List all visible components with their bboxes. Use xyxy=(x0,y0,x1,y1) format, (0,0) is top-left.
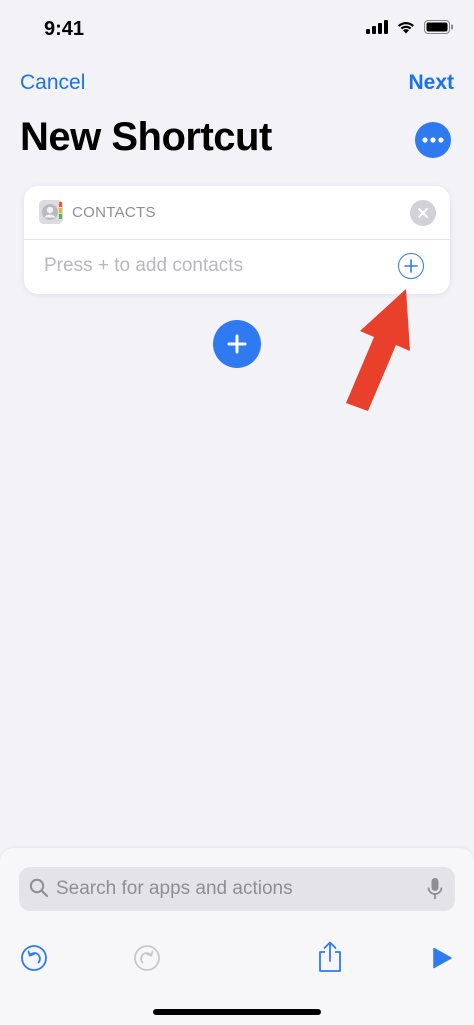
status-icons xyxy=(366,20,454,34)
run-button[interactable] xyxy=(428,944,456,972)
plus-icon xyxy=(404,259,418,273)
more-icon xyxy=(422,137,444,143)
share-icon xyxy=(319,941,341,972)
search-field[interactable]: Search for apps and actions xyxy=(19,867,455,911)
plus-icon xyxy=(227,334,247,354)
search-icon xyxy=(29,878,49,898)
add-action-button[interactable] xyxy=(213,320,261,368)
remove-action-button[interactable] xyxy=(410,200,436,226)
wifi-icon xyxy=(398,22,414,34)
microphone-icon[interactable] xyxy=(427,877,443,901)
contacts-placeholder[interactable]: Press + to add contacts xyxy=(44,255,243,277)
card-title: CONTACTS xyxy=(72,204,156,221)
contacts-action-card: CONTACTS Press + to add contacts xyxy=(24,186,450,294)
add-contact-button[interactable] xyxy=(398,253,424,279)
next-button[interactable]: Next xyxy=(408,71,454,95)
redo-button[interactable] xyxy=(132,943,162,973)
contacts-icon xyxy=(39,200,63,224)
status-bar: 9:41 xyxy=(0,0,474,60)
home-indicator xyxy=(153,1009,321,1015)
undo-button[interactable] xyxy=(19,943,49,973)
card-header: CONTACTS xyxy=(24,186,450,240)
search-placeholder: Search for apps and actions xyxy=(56,878,293,899)
redo-icon xyxy=(134,945,160,971)
more-button[interactable] xyxy=(415,122,451,158)
share-button[interactable] xyxy=(315,940,345,974)
close-icon xyxy=(418,208,428,218)
play-icon xyxy=(433,947,452,969)
bottom-panel: Search for apps and actions xyxy=(0,848,474,1025)
page-title: New Shortcut xyxy=(20,115,272,159)
annotation-arrow xyxy=(346,289,410,411)
status-time: 9:41 xyxy=(44,18,85,40)
battery-icon xyxy=(424,20,453,34)
undo-icon xyxy=(21,945,47,971)
cancel-button[interactable]: Cancel xyxy=(20,71,85,95)
signal-icon xyxy=(366,20,388,34)
